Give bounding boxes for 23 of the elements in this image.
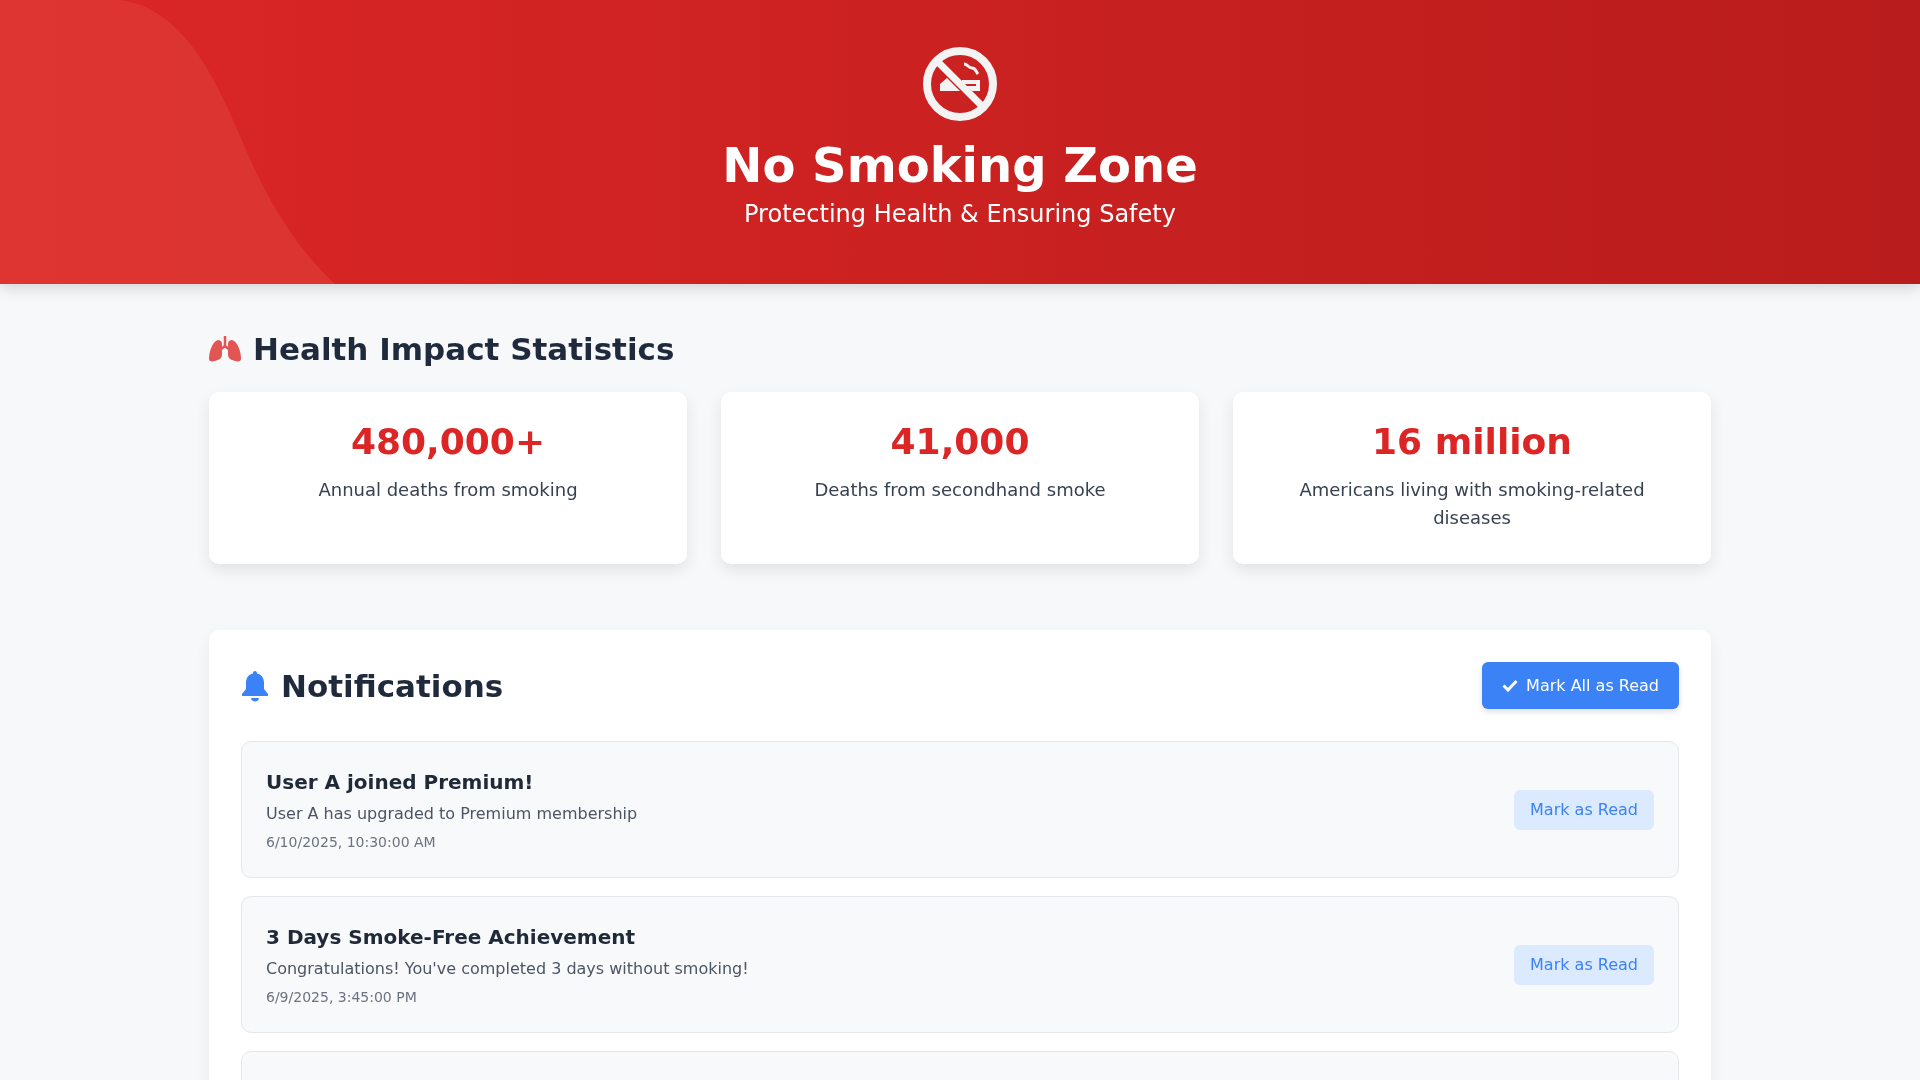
notification-title: User A joined Premium! (266, 768, 535, 795)
mark-as-read-button[interactable]: Mark as Read (1514, 944, 1654, 985)
stat-value: 480,000+ (350, 420, 546, 464)
stat-label: Annual deaths from smoking (317, 478, 579, 502)
notifications-heading: Notifications (281, 666, 504, 706)
notification-time: 6/9/2025, 3:45:00 PM (266, 987, 418, 1006)
checkmark-icon (1502, 679, 1519, 692)
notification-message: User A has upgraded to Premium membership (266, 802, 638, 825)
notification-message: Congratulations! You've completed 3 days without smoking! (266, 957, 749, 980)
page-title: No Smoking Zone (722, 136, 1198, 194)
no-smoking-icon (922, 46, 998, 122)
mark-as-read-button[interactable]: Mark as Read (1514, 789, 1654, 830)
stat-value: 41,000 (890, 420, 1030, 464)
notification-time: 6/10/2025, 10:30:00 AM (266, 832, 437, 851)
page-subtitle: Protecting Health & Ensuring Safety (744, 199, 1176, 230)
mark-all-as-read-button[interactable]: Mark All as Read (1482, 662, 1679, 709)
lungs-icon (209, 336, 241, 362)
notification-title: 3 Days Smoke-Free Achievement (266, 923, 636, 950)
stat-value: 16 million (1372, 420, 1572, 464)
stat-label: Americans living with smoking-related diseases (1298, 478, 1646, 530)
section-heading: Health Impact Statistics (253, 330, 675, 369)
stat-label: Deaths from secondhand smoke (813, 478, 1107, 502)
bell-icon (241, 669, 269, 702)
